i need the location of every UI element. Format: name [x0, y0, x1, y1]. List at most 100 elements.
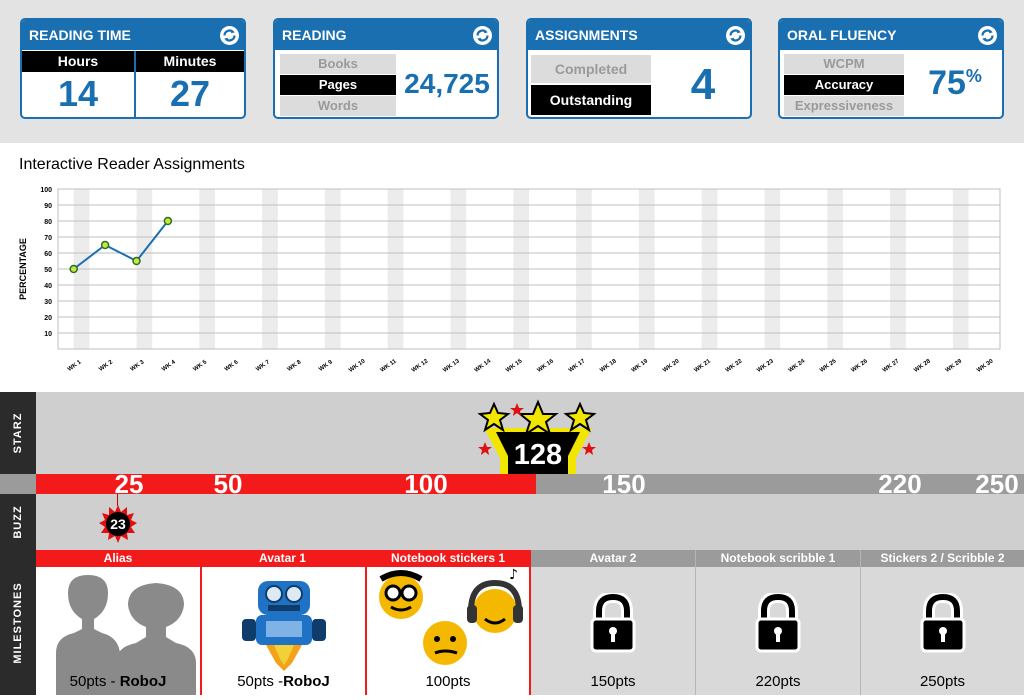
data-point [132, 256, 141, 266]
card-title: READING TIME [22, 20, 244, 50]
assignments-card: ASSIGNMENTS Completed Outstanding 4 [526, 18, 752, 119]
milestone-notebook-stickers-1[interactable]: ♪ 100pts [365, 567, 531, 695]
x-tick-label: WK 23 [756, 358, 775, 374]
oral-fluency-card: ORAL FLUENCY WCPM Accuracy Expressivenes… [778, 18, 1004, 119]
y-tick-label: 10 [44, 331, 52, 338]
card-title: ASSIGNMENTS [528, 20, 750, 50]
x-tick-label: WK 13 [442, 358, 461, 374]
reading-option-pages[interactable]: Pages [280, 75, 396, 95]
x-tick-label: WK 9 [318, 359, 334, 373]
milestone-points: 150pts [590, 673, 636, 690]
refresh-icon[interactable] [978, 26, 997, 45]
milestones-label-box: MILESTONES [0, 550, 36, 695]
milestone-title-alias: Alias [36, 550, 200, 567]
refresh-icon[interactable] [220, 26, 239, 45]
milestone-points: 250pts [919, 673, 966, 690]
fluency-option-accuracy[interactable]: Accuracy [784, 75, 904, 95]
x-tick-label: WK 3 [130, 359, 146, 373]
milestone-points: 220pts [755, 673, 801, 690]
points-owner: RoboJ [283, 673, 330, 690]
x-tick-label: WK 8 [287, 359, 303, 373]
milestone-title-avatar-2: Avatar 2 [531, 550, 695, 567]
x-tick-label: WK 5 [192, 359, 208, 373]
x-tick-label: WK 28 [913, 358, 932, 374]
x-tick-label: WK 6 [224, 359, 240, 373]
x-tick-label: WK 12 [411, 358, 430, 374]
buzz-band [0, 494, 1024, 550]
x-tick-label: WK 30 [976, 358, 995, 374]
starz-label-box: STARZ [0, 392, 36, 474]
points-value: 50pts [237, 673, 274, 690]
progress-pointer [536, 474, 546, 494]
points-sep: - [273, 673, 284, 690]
y-tick-label: 100 [40, 187, 52, 194]
milestone-title-stickers-2-scribble-2: Stickers 2 / Scribble 2 [861, 550, 1024, 567]
buzz-label-box: BUZZ [0, 494, 36, 550]
reading-option-books[interactable]: Books [280, 54, 396, 74]
chart-title: Interactive Reader Assignments [19, 156, 245, 173]
reading-option-words[interactable]: Words [280, 96, 396, 116]
milestone-points: 50pts - RoboJ [36, 673, 200, 690]
assignments-option-completed[interactable]: Completed [531, 55, 651, 83]
minutes-value: 27 [169, 73, 211, 114]
svg-text:♪: ♪ [509, 567, 518, 583]
buzz-badge: 23 [98, 504, 138, 544]
refresh-icon[interactable] [726, 26, 745, 45]
x-tick-label: WK 14 [474, 358, 493, 374]
milestone-stickers-2-scribble-2[interactable]: 250pts [861, 567, 1024, 695]
reading-card: READING Books Pages Words 24,725 [273, 18, 499, 119]
lock-icon [755, 590, 801, 653]
x-tick-label: WK 11 [380, 358, 399, 374]
lock-icon [920, 590, 965, 653]
fluency-value: 75% [908, 64, 1002, 103]
data-point [69, 264, 78, 274]
milestone-avatar-2[interactable]: 150pts [531, 567, 695, 695]
x-tick-label: WK 10 [348, 358, 367, 374]
divider [860, 550, 861, 695]
x-tick-label: WK 22 [725, 358, 744, 374]
milestones-label: MILESTONES [12, 581, 24, 664]
lock-icon [590, 590, 636, 653]
y-tick-label: 80 [44, 219, 52, 226]
starz-label: STARZ [12, 412, 24, 454]
points-sep: - [106, 673, 116, 690]
y-tick-label: 20 [44, 315, 52, 322]
refresh-icon[interactable] [473, 26, 492, 45]
y-tick-label: 60 [44, 251, 52, 258]
x-tick-label: WK 29 [945, 358, 964, 374]
milestone-points: 50pts -RoboJ [202, 673, 365, 690]
y-tick-label: 40 [44, 283, 52, 290]
y-tick-label: 90 [44, 203, 52, 210]
buzz-label: BUZZ [12, 505, 24, 539]
divider [695, 550, 696, 695]
fluency-unit: % [965, 66, 982, 86]
points-owner: RoboJ [119, 673, 167, 690]
milestone-alias[interactable]: 50pts - RoboJ [36, 567, 200, 695]
x-tick-label: WK 17 [568, 358, 587, 374]
starz-count: 128 [513, 439, 563, 471]
milestone-avatar-1[interactable]: 50pts -RoboJ [200, 567, 365, 695]
fluency-option-wcpm[interactable]: WCPM [784, 54, 904, 74]
y-tick-label: 50 [44, 267, 52, 274]
x-tick-label: WK 2 [98, 359, 114, 373]
x-tick-label: WK 7 [255, 359, 271, 373]
y-axis-label: PERCENTAGE [18, 238, 28, 300]
reading-time-card: READING TIME Hours 14 Minutes 27 [20, 18, 246, 119]
starz-badge: 128 [476, 398, 600, 478]
emoji-stickers-icon: ♪ [379, 567, 523, 665]
fluency-option-expressiveness[interactable]: Expressiveness [784, 96, 904, 116]
hours-box: Hours 14 [22, 51, 134, 117]
x-tick-label: WK 1 [67, 359, 83, 373]
milestone-points: 100pts [425, 673, 471, 690]
x-tick-label: WK 4 [161, 359, 177, 373]
hours-label: Hours [22, 51, 134, 72]
fluency-number: 75 [928, 64, 966, 102]
x-tick-label: WK 25 [819, 358, 838, 374]
assignments-option-outstanding[interactable]: Outstanding [531, 85, 651, 115]
hours-value: 14 [57, 73, 99, 114]
summary-panel: READING TIME Hours 14 Minutes 27 READING… [0, 0, 1024, 143]
milestone-title-notebook-scribble-1: Notebook scribble 1 [696, 550, 860, 567]
milestone-notebook-scribble-1[interactable]: 220pts [696, 567, 860, 695]
x-tick-label: WK 19 [631, 358, 650, 374]
minutes-box: Minutes 27 [136, 51, 244, 117]
